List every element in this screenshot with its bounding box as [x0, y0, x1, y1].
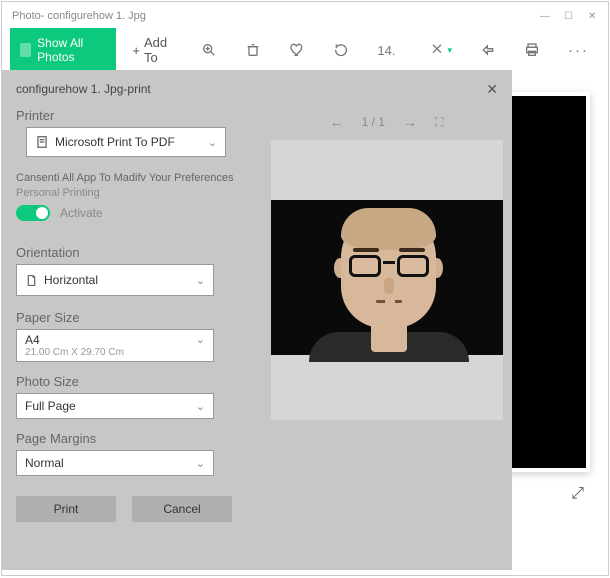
plus-icon: +: [132, 43, 140, 58]
activate-toggle[interactable]: [16, 205, 50, 221]
app-window: Photo- configurehow 1. Jpg — ☐ ✕ Show Al…: [1, 1, 609, 576]
toolbar: Show All Photos + Add To 14. ▾: [2, 30, 608, 70]
more-icon[interactable]: ···: [557, 42, 600, 59]
share-icon[interactable]: [469, 42, 507, 58]
chevron-down-icon: ⌄: [196, 400, 205, 413]
printer-select[interactable]: Microsoft Print To PDF ⌄: [26, 127, 226, 157]
expand-icon[interactable]: ⤢: [571, 485, 584, 503]
page-icon: [25, 274, 38, 287]
photo-size-select[interactable]: Full Page ⌄: [16, 393, 214, 419]
zoom-icon[interactable]: [190, 42, 228, 58]
fullscreen-preview-icon[interactable]: ⛶: [435, 115, 443, 130]
photos-icon: [20, 43, 31, 57]
pager: ← 1 / 1 → ⛶: [269, 110, 504, 134]
maximize-button[interactable]: ☐: [564, 11, 574, 21]
cancel-button[interactable]: Cancel: [132, 496, 232, 522]
chevron-down-icon: ▾: [447, 45, 452, 56]
print-preview-page: [271, 140, 503, 420]
paper-size-sub: 21.00 Cm X 29.70 Cm: [25, 347, 124, 358]
document-icon: [35, 135, 49, 149]
page-margins-select[interactable]: Normal ⌄: [16, 450, 214, 476]
prev-page-button[interactable]: ←: [330, 114, 344, 130]
print-dialog: configurehow 1. Jpg-print ✕ Printer Micr…: [2, 70, 512, 570]
print-icon[interactable]: [513, 42, 551, 58]
print-button[interactable]: Print: [16, 496, 116, 522]
window-controls: — ☐ ✕: [540, 11, 598, 21]
chevron-down-icon: ⌄: [196, 333, 205, 346]
chevron-down-icon: ⌄: [196, 274, 205, 287]
toolbar-number: 14.: [366, 43, 406, 58]
delete-icon[interactable]: [234, 42, 272, 58]
rotate-icon[interactable]: [322, 42, 360, 58]
close-window-button[interactable]: ✕: [588, 11, 598, 21]
chevron-down-icon: ⌄: [196, 457, 205, 470]
page-margins-label: Page Margins: [16, 431, 498, 446]
activate-label: Activate: [60, 206, 103, 220]
page-margins-value: Normal: [25, 456, 64, 470]
orientation-value: Horizontal: [44, 273, 98, 287]
paper-size-value: A4: [25, 333, 124, 347]
add-to-label: Add To: [144, 35, 174, 65]
close-icon[interactable]: ✕: [486, 81, 498, 98]
edit-icon[interactable]: ▾: [418, 42, 463, 58]
favorite-icon[interactable]: [278, 42, 316, 58]
chevron-down-icon: ⌄: [208, 136, 217, 149]
preview-photo: [271, 200, 503, 355]
show-all-photos-button[interactable]: Show All Photos: [10, 28, 116, 72]
dialog-title: configurehow 1. Jpg-print: [16, 82, 151, 96]
titlebar: Photo- configurehow 1. Jpg — ☐ ✕: [2, 2, 608, 30]
print-preview-panel: ← 1 / 1 → ⛶: [269, 110, 504, 420]
window-title: Photo- configurehow 1. Jpg: [12, 10, 146, 22]
next-page-button[interactable]: →: [403, 114, 417, 130]
photo-size-value: Full Page: [25, 399, 76, 413]
orientation-select[interactable]: Horizontal ⌄: [16, 264, 214, 296]
page-indicator: 1 / 1: [362, 115, 385, 129]
paper-size-select[interactable]: A4 21.00 Cm X 29.70 Cm ⌄: [16, 329, 214, 362]
minimize-button[interactable]: —: [540, 11, 550, 21]
printer-value: Microsoft Print To PDF: [55, 135, 175, 149]
show-all-label: Show All Photos: [37, 36, 106, 64]
main-area: ⤢ configurehow 1. Jpg-print ✕ Printer Mi…: [2, 70, 608, 575]
add-to-button[interactable]: + Add To: [122, 29, 184, 71]
